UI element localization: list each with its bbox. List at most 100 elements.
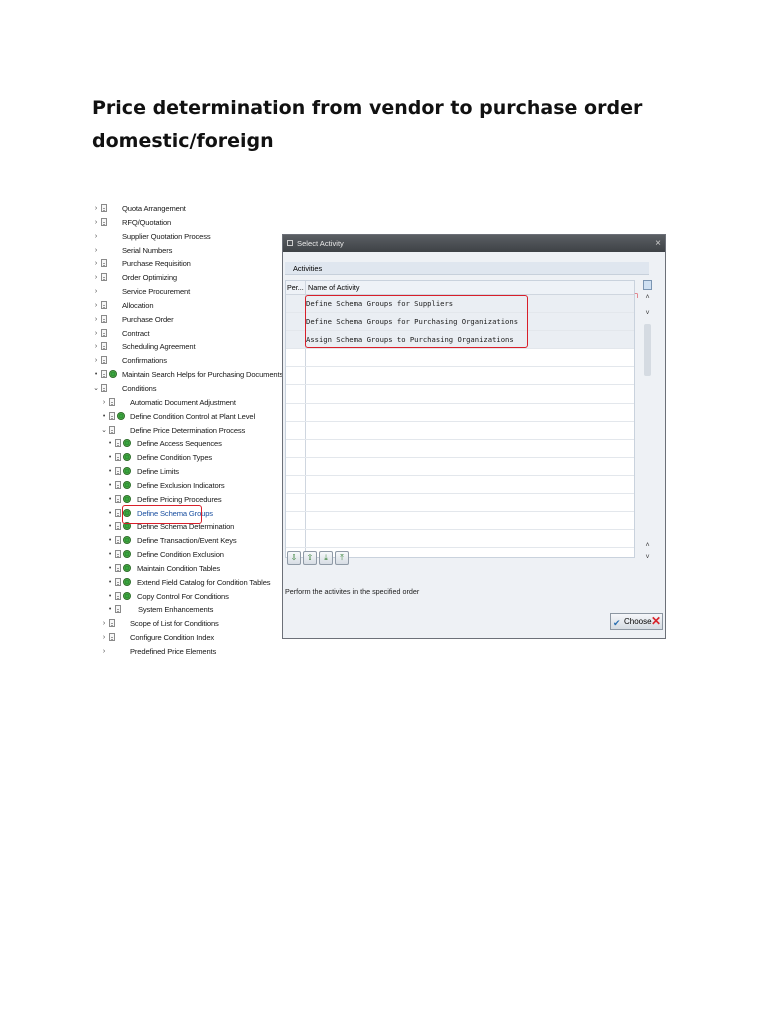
execute-icon[interactable]: [123, 480, 131, 489]
collapse-icon[interactable]: ⌄: [100, 424, 108, 438]
tree-item[interactable]: • Extend Field Catalog for Condition Tabl…: [92, 576, 282, 590]
expand-icon[interactable]: ›: [92, 299, 100, 313]
bullet-icon[interactable]: •: [106, 437, 114, 451]
vertical-scrollbar[interactable]: ˄ ˅ ˄ ˅: [643, 280, 652, 561]
tree-item[interactable]: ⌄ Conditions: [92, 382, 282, 396]
bullet-icon[interactable]: •: [106, 493, 114, 507]
table-row[interactable]: [286, 475, 634, 495]
execute-icon[interactable]: [123, 467, 131, 476]
bullet-icon[interactable]: •: [106, 548, 114, 562]
tree-item[interactable]: › Scope of List for Conditions: [92, 617, 282, 631]
bullet-icon[interactable]: •: [106, 451, 114, 465]
bullet-icon[interactable]: •: [106, 603, 114, 617]
scroll-up-icon[interactable]: ˄: [643, 294, 652, 301]
tree-item[interactable]: ⌄ Define Price Determination Process: [92, 424, 282, 438]
tree-item[interactable]: • Define Condition Exclusion: [92, 548, 282, 562]
table-row[interactable]: [286, 457, 634, 476]
bullet-icon[interactable]: •: [100, 410, 108, 424]
table-row[interactable]: [286, 349, 634, 368]
tree-item[interactable]: › RFQ/Quotation: [92, 216, 282, 230]
table-row[interactable]: [286, 385, 634, 404]
column-header-name[interactable]: Name of Activity: [308, 281, 360, 294]
scroll-down-icon[interactable]: ˅: [643, 554, 652, 561]
tree-item[interactable]: › Purchase Order: [92, 313, 282, 327]
expand-icon[interactable]: ›: [92, 313, 100, 327]
execute-icon[interactable]: [123, 550, 131, 559]
expand-icon[interactable]: ›: [92, 340, 100, 354]
execute-icon[interactable]: [123, 563, 131, 572]
table-row[interactable]: [286, 421, 634, 440]
execute-icon[interactable]: [123, 439, 131, 448]
collapse-icon[interactable]: ⌄: [92, 382, 100, 396]
tree-item[interactable]: • Maintain Condition Tables: [92, 562, 282, 576]
tree-item[interactable]: • Define Exclusion Indicators: [92, 479, 282, 493]
tree-item[interactable]: › Predefined Price Elements: [92, 645, 282, 659]
tree-item[interactable]: › Serial Numbers: [92, 244, 282, 258]
bullet-icon[interactable]: •: [106, 562, 114, 576]
tree-item[interactable]: • Define Transaction/Event Keys: [92, 534, 282, 548]
tree-item[interactable]: › Configure Condition Index: [92, 631, 282, 645]
tree-item[interactable]: • Maintain Search Helps for Purchasing Do…: [92, 368, 283, 382]
tree-item[interactable]: • System Enhancements: [92, 603, 282, 617]
grid-settings-icon[interactable]: [643, 280, 652, 290]
execute-icon[interactable]: [123, 494, 131, 503]
column-header-per[interactable]: Per...: [287, 281, 304, 294]
table-row[interactable]: [286, 512, 634, 531]
bullet-icon[interactable]: •: [106, 507, 114, 521]
expand-icon[interactable]: ›: [92, 354, 100, 368]
execute-icon[interactable]: [109, 370, 117, 379]
expand-icon[interactable]: ›: [92, 271, 100, 285]
tree-item[interactable]: › Allocation: [92, 299, 282, 313]
tree-item[interactable]: › Automatic Document Adjustment: [92, 396, 282, 410]
table-row[interactable]: [286, 530, 634, 549]
table-row[interactable]: [286, 403, 634, 422]
tree-item[interactable]: • Define Condition Control at Plant Level: [92, 410, 282, 424]
expand-icon[interactable]: ›: [92, 216, 100, 230]
execute-icon[interactable]: [123, 577, 131, 586]
tree-item[interactable]: › Order Optimizing: [92, 271, 282, 285]
execute-icon[interactable]: [123, 536, 131, 545]
bullet-icon[interactable]: •: [106, 520, 114, 534]
expand-icon[interactable]: ›: [100, 617, 108, 631]
expand-icon[interactable]: ›: [92, 327, 100, 341]
bullet-icon[interactable]: •: [106, 465, 114, 479]
expand-icon[interactable]: ›: [100, 631, 108, 645]
move-up-icon[interactable]: ⤒: [335, 551, 349, 565]
bullet-icon[interactable]: •: [106, 479, 114, 493]
expand-icon[interactable]: ›: [92, 244, 100, 258]
scroll-up-icon[interactable]: ˄: [643, 542, 652, 549]
bullet-icon[interactable]: •: [106, 590, 114, 604]
bullet-icon[interactable]: •: [92, 368, 100, 382]
tree-item[interactable]: • Define Limits: [92, 465, 282, 479]
execute-icon[interactable]: [117, 411, 125, 420]
tree-item[interactable]: › Supplier Quotation Process: [92, 230, 282, 244]
tree-item[interactable]: › Confirmations: [92, 354, 282, 368]
expand-icon[interactable]: ›: [92, 285, 100, 299]
close-icon[interactable]: ×: [655, 235, 661, 252]
expand-icon[interactable]: ›: [100, 645, 108, 659]
tree-item[interactable]: • Define Access Sequences: [92, 437, 282, 451]
bullet-icon[interactable]: •: [106, 576, 114, 590]
expand-icon[interactable]: ›: [92, 257, 100, 271]
select-all-icon[interactable]: ⇩: [287, 551, 301, 565]
tree-item[interactable]: • Define Condition Types: [92, 451, 282, 465]
table-row[interactable]: [286, 367, 634, 386]
expand-icon[interactable]: ›: [92, 202, 100, 216]
tree-item[interactable]: › Contract: [92, 327, 282, 341]
tree-item[interactable]: › Purchase Requisition: [92, 257, 282, 271]
tree-item[interactable]: • Copy Control For Conditions: [92, 590, 282, 604]
tree-item[interactable]: › Scheduling Agreement: [92, 340, 282, 354]
expand-icon[interactable]: ›: [92, 230, 100, 244]
execute-icon[interactable]: [123, 453, 131, 462]
table-row[interactable]: [286, 494, 634, 513]
execute-icon[interactable]: [123, 591, 131, 600]
deselect-icon[interactable]: ⇧: [303, 551, 317, 565]
cancel-icon[interactable]: ✕: [651, 613, 661, 630]
table-row[interactable]: [286, 439, 634, 458]
move-down-icon[interactable]: ⤓: [319, 551, 333, 565]
scroll-down-icon[interactable]: ˅: [643, 310, 652, 317]
tree-item[interactable]: › Service Procurement: [92, 285, 282, 299]
expand-icon[interactable]: ›: [100, 396, 108, 410]
scroll-thumb[interactable]: [644, 324, 651, 376]
tree-item[interactable]: › Quota Arrangement: [92, 202, 282, 216]
